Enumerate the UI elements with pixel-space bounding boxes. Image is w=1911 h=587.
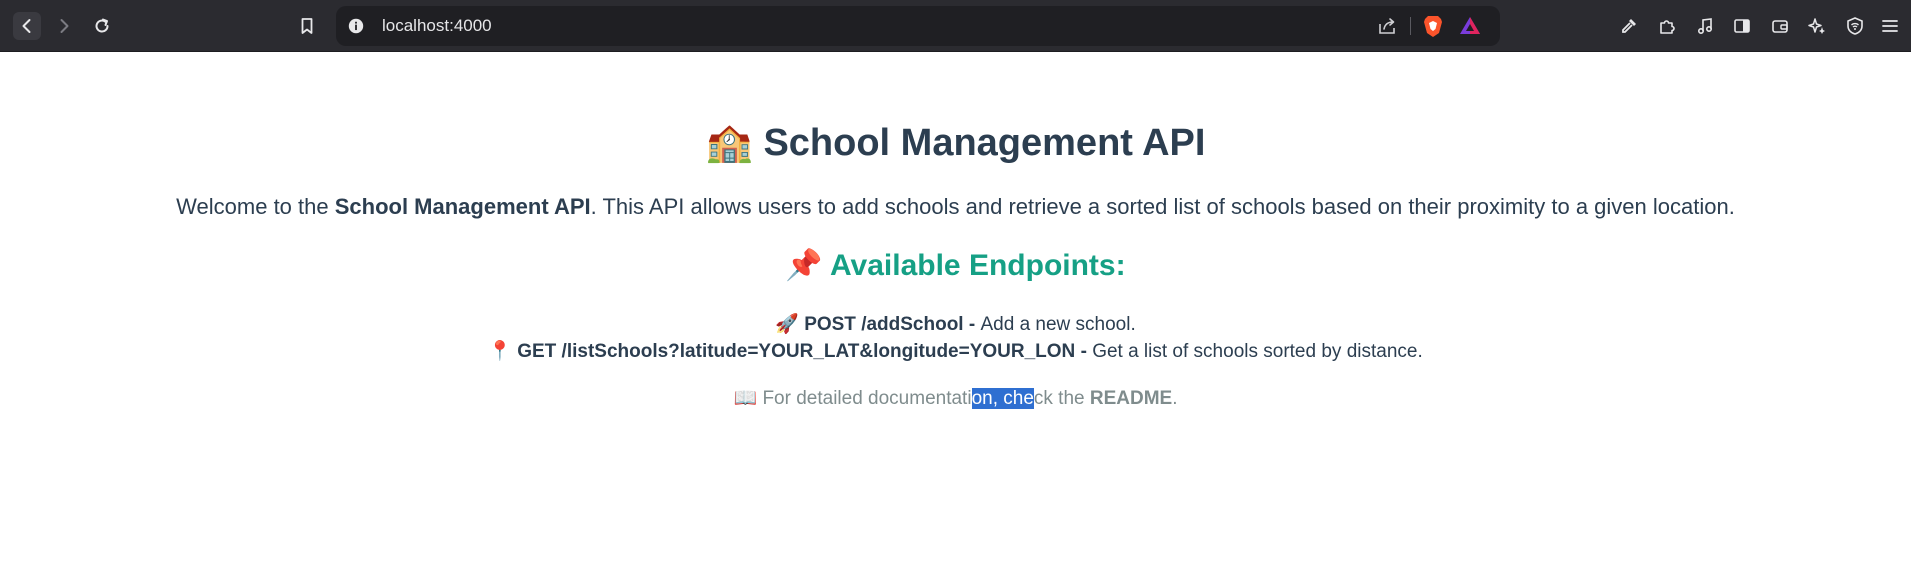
back-icon (22, 19, 31, 33)
endpoint-description: Get a list of schools sorted by distance… (1092, 341, 1423, 362)
sidebar-button[interactable] (1728, 12, 1756, 40)
address-bar[interactable]: localhost:4000 (336, 6, 1500, 46)
media-icon (1697, 18, 1713, 35)
endpoints-heading: 📌 Available Endpoints: (0, 248, 1911, 284)
endpoints-heading-text: Available Endpoints: (830, 249, 1126, 282)
pushpin-icon: 📌 (785, 248, 823, 283)
note-text-start: For detailed documentati (762, 388, 972, 409)
endpoint-description: Add a new school. (980, 314, 1136, 335)
info-icon (348, 18, 364, 34)
extensions-button[interactable] (1653, 12, 1681, 40)
endpoint-method-path: POST /addSchool (804, 314, 964, 335)
media-button[interactable] (1691, 12, 1719, 40)
page-title-text: School Management API (763, 122, 1206, 164)
forward-icon (60, 19, 69, 33)
open-book-icon: 📖 (733, 387, 758, 409)
bookmark-icon (301, 18, 313, 34)
address-separator (1410, 17, 1411, 35)
endpoint-separator: - (963, 314, 981, 335)
sidebar-icon (1734, 19, 1750, 33)
text-selection: on, che (971, 388, 1034, 409)
endpoint-item-list-schools: 📍 GET /listSchools?latitude=YOUR_LAT&lon… (0, 339, 1911, 364)
back-button[interactable] (13, 12, 41, 40)
vpn-button[interactable] (1841, 12, 1869, 40)
brave-rewards-icon[interactable] (1458, 14, 1482, 38)
endpoint-item-add-school: 🚀 POST /addSchool - Add a new school. (0, 312, 1911, 337)
wallet-icon (1772, 20, 1788, 33)
eyedropper-button[interactable] (1615, 12, 1643, 40)
documentation-note: 📖 For detailed documentation, check the … (0, 386, 1911, 411)
round-pushpin-icon: 📍 (488, 340, 512, 362)
eyedropper-icon (1622, 19, 1636, 33)
page-title: 🏫 School Management API (0, 119, 1911, 166)
intro-paragraph: Welcome to the School Management API. Th… (0, 193, 1911, 221)
readme-link[interactable]: README (1090, 388, 1172, 409)
school-icon: 🏫 (705, 120, 753, 164)
menu-button[interactable] (1876, 12, 1904, 40)
note-text-middle: ck the (1033, 388, 1090, 409)
leo-ai-button[interactable] (1803, 12, 1831, 40)
leo-ai-icon (1808, 18, 1825, 34)
forward-button[interactable] (50, 12, 78, 40)
reload-button[interactable] (88, 12, 116, 40)
intro-prefix: Welcome to the (176, 194, 335, 219)
share-icon[interactable] (1376, 15, 1398, 37)
browser-toolbar: localhost:4000 (0, 0, 1911, 52)
endpoint-separator: - (1075, 341, 1093, 362)
vpn-icon (1847, 17, 1863, 35)
menu-icon (1882, 20, 1898, 32)
rocket-icon: 🚀 (775, 313, 799, 335)
url-text[interactable]: localhost:4000 (382, 16, 492, 36)
intro-suffix: . This API allows users to add schools a… (590, 194, 1735, 219)
site-info-button[interactable] (346, 16, 366, 36)
bookmark-button[interactable] (293, 12, 321, 40)
extensions-icon (1660, 20, 1675, 34)
brave-shields-icon[interactable] (1420, 13, 1446, 39)
note-text-end: . (1172, 388, 1178, 409)
intro-api-name: School Management API (334, 194, 591, 219)
reload-icon (95, 18, 109, 33)
endpoint-method-path: GET /listSchools?latitude=YOUR_LAT&longi… (517, 341, 1076, 362)
wallet-button[interactable] (1766, 12, 1794, 40)
